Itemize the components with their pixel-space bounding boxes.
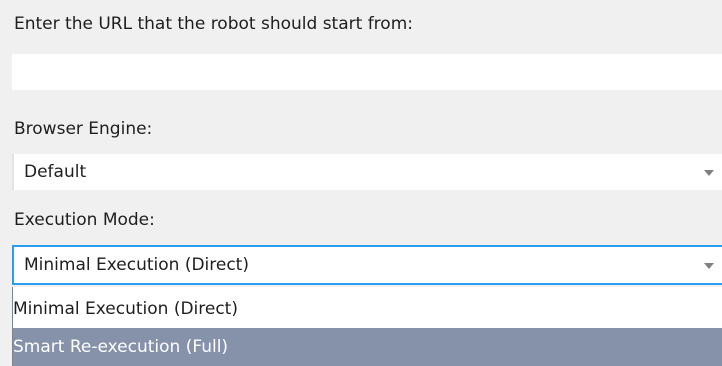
browser-engine-label: Browser Engine: (14, 119, 153, 139)
execution-mode-dropdown-list: Minimal Execution (Direct) Smart Re-exec… (12, 287, 722, 366)
dropdown-option-minimal-execution[interactable]: Minimal Execution (Direct) (13, 290, 722, 328)
url-label: Enter the URL that the robot should star… (14, 14, 413, 34)
chevron-down-icon[interactable] (704, 263, 714, 269)
url-input[interactable] (12, 54, 722, 90)
dropdown-option-smart-reexecution[interactable]: Smart Re-execution (Full) (13, 328, 722, 366)
execution-mode-value: Minimal Execution (Direct) (24, 255, 249, 275)
execution-mode-label: Execution Mode: (14, 210, 155, 230)
robot-start-settings-panel: Enter the URL that the robot should star… (0, 0, 722, 366)
browser-engine-value: Default (24, 162, 87, 182)
browser-engine-select[interactable]: Default (12, 154, 722, 190)
option-label: Minimal Execution (Direct) (13, 299, 238, 319)
option-label: Smart Re-execution (Full) (13, 337, 229, 357)
execution-mode-select[interactable]: Minimal Execution (Direct) (12, 245, 722, 285)
chevron-down-icon[interactable] (704, 170, 714, 176)
